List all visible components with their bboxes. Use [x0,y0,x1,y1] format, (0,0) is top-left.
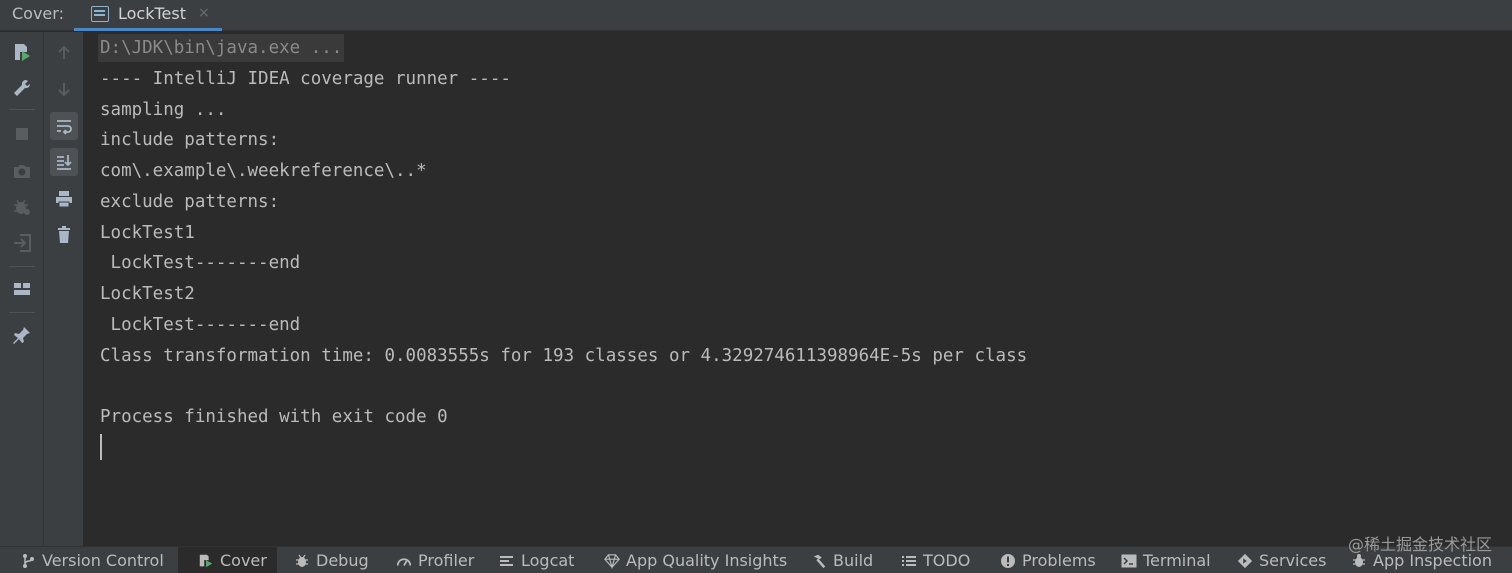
tool-window-todo[interactable]: TODO [881,547,980,573]
console-line: exclude patterns: [100,192,280,212]
toolbar-divider [9,312,35,313]
tool-window-problems[interactable]: Problems [980,547,1106,573]
watermark: @稀土掘金技术社区 [1347,535,1492,554]
panel-title: Cover: [12,4,64,23]
tool-window-profiler[interactable]: Profiler [376,547,484,573]
toolbar-divider [9,266,35,267]
terminal-icon [1121,553,1137,569]
tool-window-header: Cover: LockTest × [0,0,1512,31]
list-icon [901,553,917,569]
problems-icon [1000,553,1016,569]
console-line: Class transformation time: 0.0083555s fo… [100,346,1028,366]
debugger-bug-icon[interactable] [8,193,36,221]
logcat-icon [499,553,515,569]
tab-locktest[interactable]: LockTest × [74,0,222,31]
tool-window-debug[interactable]: Debug [274,547,379,573]
console-line: com\.example\.weekreference\..* [100,161,427,181]
console-line: LockTest2 [100,284,195,304]
scroll-to-end-icon[interactable] [50,148,78,176]
services-icon [1237,553,1253,569]
active-tab-indicator [74,28,222,31]
tool-window-terminal[interactable]: Terminal [1101,547,1221,573]
tool-window-build[interactable]: Build [791,547,883,573]
toolbar-divider [9,109,35,110]
coverage-icon [198,553,214,569]
tool-window-services[interactable]: Services [1217,547,1336,573]
tab-close-icon[interactable]: × [198,5,210,21]
print-icon[interactable] [50,185,78,213]
screenshot-camera-icon[interactable] [8,157,36,185]
console-output[interactable]: D:\JDK\bin\java.exe ... ---- IntelliJ ID… [85,32,1512,546]
hammer-icon [811,553,827,569]
clear-trash-icon[interactable] [50,221,78,249]
run-actions-toolbar [0,32,44,546]
down-arrow-icon[interactable] [50,75,78,103]
console-line: ---- IntelliJ IDEA coverage runner ---- [100,69,511,89]
text-caret [100,434,102,460]
layout-icon[interactable] [8,275,36,303]
tab-title: LockTest [118,4,186,23]
console-line: LockTest-------end [100,253,301,273]
tool-window-version-control[interactable]: Version Control [0,547,174,573]
tool-window-logcat[interactable]: Logcat [479,547,584,573]
console-line: LockTest1 [100,223,195,243]
console-line: include patterns: [100,130,280,150]
gauge-icon [396,553,412,569]
exit-icon[interactable] [8,229,36,257]
pin-icon[interactable] [8,321,36,349]
console-line: Process finished with exit code 0 [100,407,448,427]
stop-icon[interactable] [8,120,36,148]
tool-window-app-quality-insights[interactable]: App Quality Insights [584,547,797,573]
rerun-coverage-icon[interactable] [8,38,36,66]
console-line: LockTest-------end [100,315,301,335]
bug-icon [294,553,310,569]
console-line: sampling ... [100,100,227,120]
up-arrow-icon[interactable] [50,39,78,67]
settings-wrench-icon[interactable] [8,74,36,102]
diamond-icon [604,553,620,569]
tool-window-cover[interactable]: Cover [178,547,277,573]
soft-wrap-icon[interactable] [50,112,78,140]
branch-icon [20,553,36,569]
tool-window-bar: Version Control Cover Debug Profiler Log… [0,546,1512,573]
console-tab-icon [91,6,109,22]
console-actions-toolbar [44,32,84,546]
console-command-line[interactable]: D:\JDK\bin\java.exe ... [98,34,345,62]
